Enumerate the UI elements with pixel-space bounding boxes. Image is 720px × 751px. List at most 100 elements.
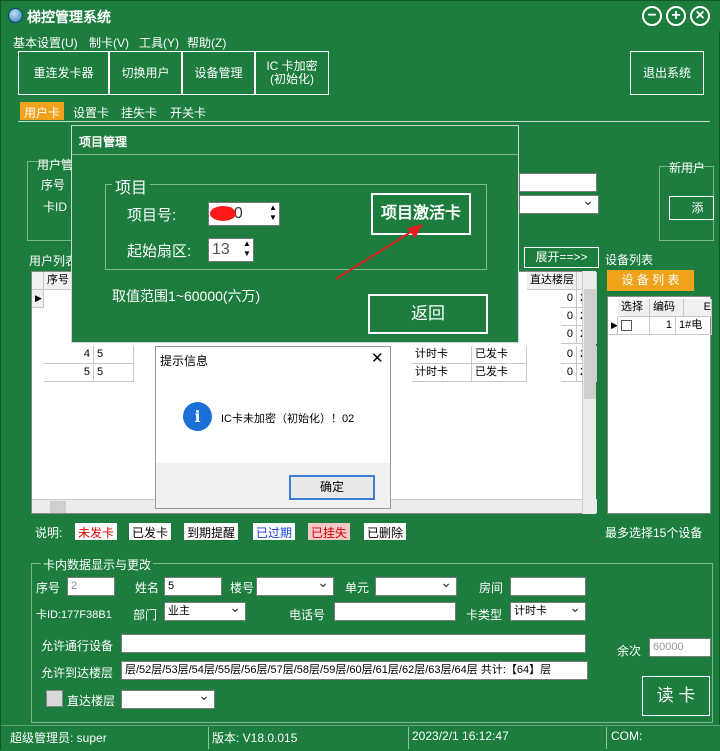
menu-make-card[interactable]: 制卡(V) (89, 34, 129, 51)
tab-setting-card[interactable]: 设置卡 (69, 102, 113, 120)
cardid-select-behind[interactable] (519, 195, 599, 214)
project-dialog-title: 项目管理 (79, 135, 128, 149)
device-col-select: 选择 (618, 299, 650, 317)
seq-input-behind[interactable] (519, 173, 597, 192)
status-datetime: 2023/2/1 16:12:47 (412, 729, 509, 743)
ic-encrypt-line2: (初始化) (270, 72, 314, 86)
spin-arrows-icon[interactable]: ▲ ▼ (241, 239, 253, 261)
minimize-icon[interactable]: − (642, 6, 662, 26)
card-seq-label: 序号 (36, 581, 61, 595)
menu-tools[interactable]: 工具(Y) (139, 34, 179, 51)
tab-user-card[interactable]: 用户卡 (20, 102, 65, 120)
device-list-title: 设备列表 (605, 253, 654, 267)
user-list-label: 用户列表 (29, 254, 78, 268)
read-card-button[interactable]: 读 卡 (642, 676, 710, 716)
message-close-icon[interactable]: ✕ (371, 349, 384, 367)
table-cell: 5 (94, 364, 134, 382)
table-cell: 0 (561, 290, 577, 308)
card-seq-input[interactable]: 2 (67, 577, 115, 596)
direct-floor-select[interactable] (121, 690, 215, 709)
max-devices-note: 最多选择15个设备 (605, 526, 703, 540)
table-cell: 计时卡 (412, 364, 472, 382)
message-box-titlebar: 提示信息 ✕ (156, 347, 390, 371)
status-version: 版本: V18.0.015 (212, 731, 298, 745)
tab-lost-card[interactable]: 挂失卡 (117, 102, 161, 120)
room-input[interactable] (510, 577, 586, 596)
status-divider (606, 727, 607, 749)
menu-basic-settings[interactable]: 基本设置(U) (13, 34, 78, 51)
back-button[interactable]: 返回 (368, 294, 488, 334)
dept-label: 部门 (133, 608, 158, 622)
allowed-floors-label: 允许到达楼层 (41, 666, 114, 680)
card-id-label: 卡ID:177F38B1 (36, 609, 112, 621)
cardid-label: 卡ID (43, 200, 68, 214)
range-hint: 取值范围1~60000(六万) (112, 288, 261, 304)
exit-button[interactable]: 退出系统 (630, 51, 704, 95)
switch-user-button[interactable]: 切换用户 (109, 51, 182, 95)
maximize-icon[interactable]: + (666, 6, 686, 26)
device-row-code: 1#电 (676, 317, 712, 335)
col-direct-floor-header: 直达楼层 (527, 272, 577, 290)
direct-floor-label: 直达楼层 (67, 694, 116, 708)
legend-expired: 已过期 (253, 523, 296, 540)
building-select[interactable] (256, 577, 334, 596)
allowed-devices-input[interactable] (121, 634, 586, 653)
unit-select[interactable] (375, 577, 457, 596)
table-cell: 0 (561, 326, 577, 344)
ok-button[interactable]: 确定 (289, 475, 375, 500)
unit-label: 单元 (345, 581, 370, 595)
remaining-label: 余次 (617, 644, 642, 658)
ic-encrypt-button[interactable]: IC 卡加密 (初始化) (255, 51, 329, 95)
allowed-floors-input[interactable]: 层/52层/53层/54层/55层/56层/57层/58层/59层/60层/61… (121, 661, 588, 680)
table-cell: 0 (561, 308, 577, 326)
new-user-label: 新用户 (669, 161, 706, 175)
redaction-mark (210, 206, 236, 221)
app-logo-icon (8, 8, 23, 23)
table-cell: 已发卡 (472, 364, 527, 382)
device-row-number: 1 (650, 317, 676, 335)
room-label: 房间 (479, 581, 504, 595)
scrollbar-thumb[interactable] (584, 289, 596, 399)
allowed-devices-label: 允许通行设备 (41, 639, 114, 653)
building-label: 楼号 (230, 581, 255, 595)
device-list-header-button[interactable]: 设 备 列 表 (607, 270, 694, 291)
device-table[interactable]: 选择 编码 E ▶ 1 1#电 (607, 296, 712, 514)
device-select-checkbox[interactable] (618, 317, 650, 335)
card-data-group-label: 卡内数据显示与更改 (41, 556, 154, 573)
add-user-button[interactable]: 添 (669, 196, 714, 220)
phone-input[interactable] (334, 602, 456, 621)
dialog-title-divider (72, 154, 518, 155)
name-label: 姓名 (135, 581, 160, 595)
menu-help[interactable]: 帮助(Z) (187, 34, 226, 51)
project-management-dialog: 项目管理 项目 项目号: 00 ▲▼ 起始扇区: 13 ▲▼ 项目激活卡 取值范… (71, 125, 519, 343)
name-input[interactable]: 5 (164, 577, 222, 596)
table-cell: 4 (44, 346, 94, 364)
row-header-corner (32, 272, 44, 290)
scrollbar-thumb[interactable] (50, 501, 66, 513)
user-group-label: 用户管 (37, 158, 74, 172)
legend-unissued: 未发卡 (75, 523, 118, 540)
legend-label: 说明: (35, 526, 63, 540)
table-cell: 0 (561, 364, 577, 382)
expand-button[interactable]: 展开==>> (524, 247, 599, 268)
project-group-label: 项目 (112, 174, 151, 198)
status-user: 超级管理员: super (10, 731, 107, 745)
spin-arrows-icon[interactable]: ▲ ▼ (267, 203, 279, 225)
direct-floor-checkbox[interactable] (46, 690, 63, 707)
card-type-select[interactable]: 计时卡 (510, 602, 586, 621)
close-icon[interactable]: × (690, 6, 710, 26)
legend-lost: 已挂失 (308, 523, 351, 540)
legend-expiring: 到期提醒 (184, 523, 239, 540)
remaining-input[interactable]: 60000 (649, 638, 711, 657)
device-management-button[interactable]: 设备管理 (182, 51, 255, 95)
vertical-scrollbar[interactable] (582, 271, 596, 514)
dept-select[interactable]: 业主 (164, 602, 246, 621)
device-col-code: 编码 (650, 299, 684, 317)
tab-switch-card[interactable]: 开关卡 (166, 102, 210, 120)
table-cell: 5 (94, 346, 134, 364)
reconnect-issuer-button[interactable]: 重连发卡器 (18, 51, 109, 95)
app-title: 梯控管理系统 (27, 9, 111, 25)
table-cell: 计时卡 (412, 346, 472, 364)
device-current-row-indicator: ▶ (608, 317, 618, 335)
tab-underline (18, 121, 710, 122)
